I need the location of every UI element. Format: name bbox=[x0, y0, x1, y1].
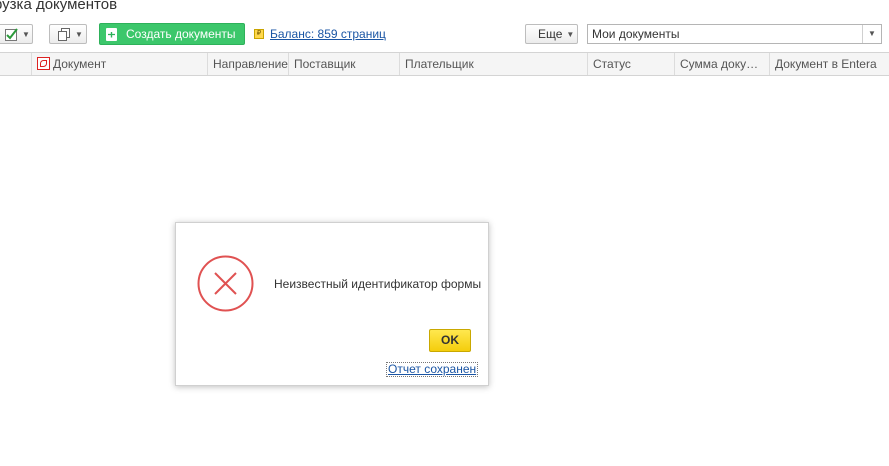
column-header-entera[interactable]: Документ в Entera bbox=[769, 53, 889, 75]
error-message: Неизвестный идентификатор формы bbox=[274, 277, 482, 291]
error-dialog: Неизвестный идентификатор формы OK Отчет… bbox=[175, 222, 489, 386]
balance-link[interactable]: ₽ Баланс: 859 страниц bbox=[254, 27, 386, 41]
document-add-icon bbox=[106, 27, 117, 41]
create-documents-button[interactable]: Создать документы bbox=[99, 23, 245, 45]
column-header-select[interactable] bbox=[0, 53, 31, 75]
page-title: рузка документов bbox=[0, 0, 118, 13]
checkmark-icon bbox=[5, 27, 18, 41]
column-header-document[interactable]: Документ bbox=[31, 53, 207, 75]
copy-menu-button[interactable]: ▼ bbox=[49, 24, 87, 44]
column-header-direction[interactable]: Направление bbox=[207, 53, 288, 75]
chevron-down-icon: ▼ bbox=[75, 29, 83, 39]
ok-button[interactable]: OK bbox=[429, 329, 471, 352]
chevron-down-icon[interactable]: ▼ bbox=[862, 25, 881, 43]
filter-value: Мои документы bbox=[592, 27, 680, 41]
pdf-icon bbox=[37, 57, 50, 70]
chevron-down-icon: ▼ bbox=[22, 29, 30, 39]
column-header-status[interactable]: Статус bbox=[587, 53, 674, 75]
chevron-down-icon: ▼ bbox=[566, 29, 575, 39]
more-button[interactable]: Еще ▼ bbox=[525, 24, 578, 44]
create-documents-label: Создать документы bbox=[126, 27, 236, 41]
check-menu-button[interactable]: ▼ bbox=[0, 24, 33, 44]
report-saved-link[interactable]: Отчет сохранен bbox=[386, 362, 479, 377]
copy-icon bbox=[58, 27, 70, 41]
balance-label[interactable]: Баланс: 859 страниц bbox=[270, 27, 386, 41]
column-header-payer[interactable]: Плательщик bbox=[399, 53, 587, 75]
table-header: Документ Направление Поставщик Плательщи… bbox=[0, 52, 889, 76]
column-header-amount[interactable]: Сумма доку… bbox=[674, 53, 769, 75]
more-label: Еще bbox=[538, 27, 563, 41]
error-icon bbox=[197, 255, 254, 312]
coin-icon: ₽ bbox=[254, 29, 264, 39]
column-header-supplier[interactable]: Поставщик bbox=[288, 53, 399, 75]
documents-filter-select[interactable]: Мои документы ▼ bbox=[587, 24, 882, 44]
